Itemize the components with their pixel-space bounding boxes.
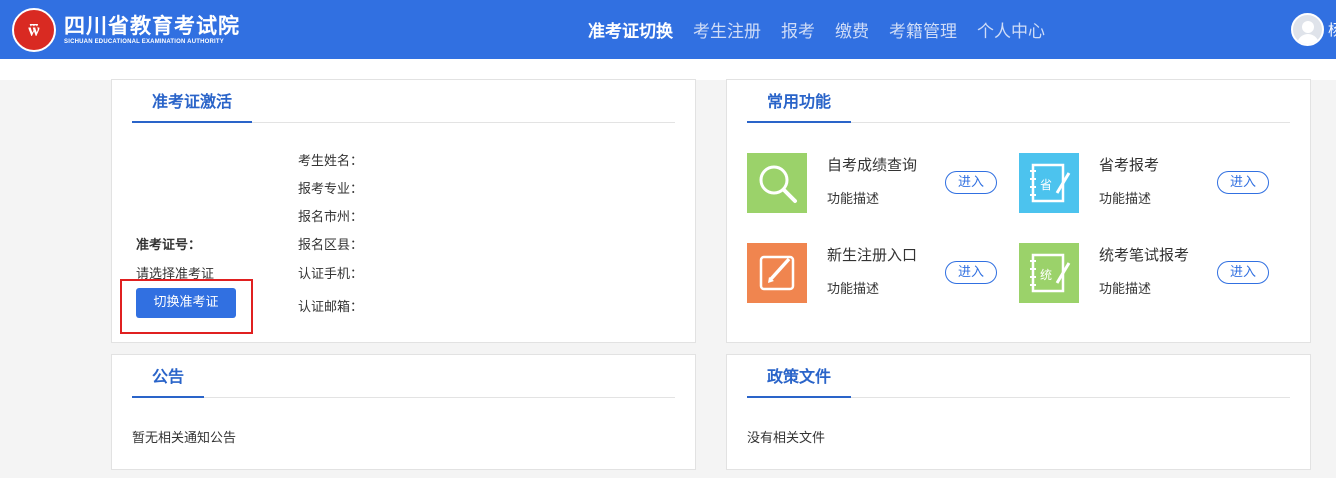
enter-button[interactable]: 进入 xyxy=(1217,171,1269,194)
switch-ticket-button[interactable]: 切换准考证 xyxy=(136,288,236,318)
logo-emblem-icon: ѿ xyxy=(12,8,56,52)
field-district-label: 报名区县： xyxy=(298,238,364,253)
panel-title: 公告 xyxy=(132,355,205,398)
panel-header: 常用功能 xyxy=(747,80,1290,123)
field-name-label: 考生姓名： xyxy=(298,154,364,169)
main-nav: 准考证切换 考生注册 报考 缴费 考籍管理 个人中心 xyxy=(578,0,1055,59)
nav-registration[interactable]: 考生注册 xyxy=(693,17,761,42)
empty-policies-text: 没有相关文件 xyxy=(747,431,826,446)
common-functions-panel: 常用功能 自考成绩查询 功能描述 进入 省 省考报考 功能描述 进入 新生注册入… xyxy=(726,79,1311,343)
function-title[interactable]: 统考笔试报考 xyxy=(1099,244,1189,265)
nav-apply[interactable]: 报考 xyxy=(781,17,815,42)
function-desc: 功能描述 xyxy=(1099,192,1152,207)
panel-title: 准考证激活 xyxy=(132,80,253,123)
nav-payment[interactable]: 缴费 xyxy=(835,17,869,42)
announcements-panel: 公告 暂无相关通知公告 xyxy=(111,354,696,470)
enter-button[interactable]: 进入 xyxy=(945,261,997,284)
panel-title: 政策文件 xyxy=(747,355,852,398)
function-desc: 功能描述 xyxy=(827,282,880,297)
field-city-label: 报名市州： xyxy=(298,210,364,225)
search-icon[interactable] xyxy=(747,153,807,213)
top-header: ѿ 四川省教育考试院 SICHUAN EDUCATIONAL EXAMINATI… xyxy=(0,0,1336,59)
field-email-label: 认证邮箱： xyxy=(298,300,364,315)
function-title[interactable]: 自考成绩查询 xyxy=(827,154,917,175)
notebook-sheng-icon[interactable]: 省 xyxy=(1019,153,1079,213)
function-title[interactable]: 新生注册入口 xyxy=(827,244,917,265)
nav-ticket-switch[interactable]: 准考证切换 xyxy=(588,17,673,42)
site-logo[interactable]: ѿ 四川省教育考试院 SICHUAN EDUCATIONAL EXAMINATI… xyxy=(12,8,240,52)
logo-subtitle: SICHUAN EDUCATIONAL EXAMINATION AUTHORIT… xyxy=(64,38,224,45)
svg-text:省: 省 xyxy=(1040,178,1052,192)
empty-announcements-text: 暂无相关通知公告 xyxy=(132,431,237,446)
edit-icon[interactable] xyxy=(747,243,807,303)
field-major-label: 报考专业： xyxy=(298,182,364,197)
logo-title: 四川省教育考试院 xyxy=(64,13,240,38)
function-desc: 功能描述 xyxy=(1099,282,1152,297)
ticket-activation-panel: 准考证激活 准考证号： 请选择准考证 切换准考证 考生姓名： 报考专业： 报名市… xyxy=(111,79,696,343)
function-desc: 功能描述 xyxy=(827,192,880,207)
field-phone-label: 认证手机： xyxy=(298,267,364,282)
enter-button[interactable]: 进入 xyxy=(945,171,997,194)
nav-records[interactable]: 考籍管理 xyxy=(889,17,957,42)
svg-text:统: 统 xyxy=(1040,268,1052,282)
ticket-number-label: 准考证号： xyxy=(136,238,202,253)
user-avatar[interactable] xyxy=(1291,13,1324,46)
user-name[interactable]: 杨 xyxy=(1328,19,1336,40)
header-spacer xyxy=(0,59,1336,80)
nav-personal-center[interactable]: 个人中心 xyxy=(977,17,1045,42)
panel-header: 政策文件 xyxy=(747,355,1290,398)
panel-header: 公告 xyxy=(132,355,675,398)
policy-documents-panel: 政策文件 没有相关文件 xyxy=(726,354,1311,470)
panel-title: 常用功能 xyxy=(747,80,852,123)
enter-button[interactable]: 进入 xyxy=(1217,261,1269,284)
function-title[interactable]: 省考报考 xyxy=(1099,154,1159,175)
panel-header: 准考证激活 xyxy=(132,80,675,123)
notebook-tong-icon[interactable]: 统 xyxy=(1019,243,1079,303)
